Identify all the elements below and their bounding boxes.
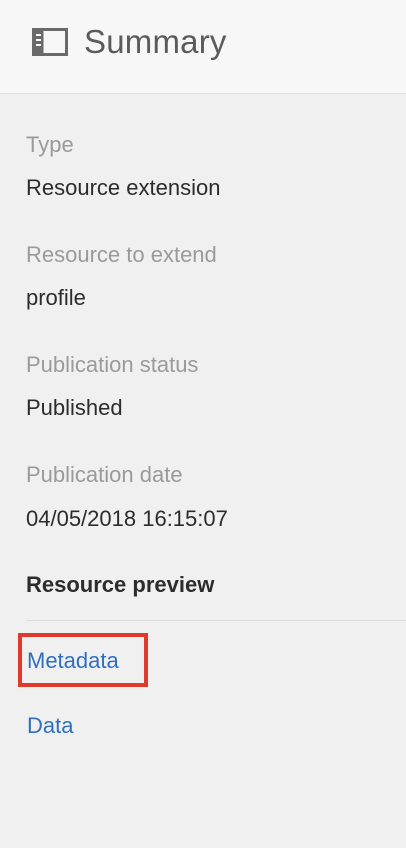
resource-to-extend-label: Resource to extend (26, 242, 217, 267)
type-label: Type (26, 132, 74, 157)
publication-status-value: Published (26, 395, 123, 420)
metadata-link[interactable]: Metadata (27, 646, 119, 676)
summary-panel: Summary Type Resource extension Resource… (0, 0, 406, 848)
panel-layout-icon (32, 28, 68, 56)
data-link[interactable]: Data (27, 711, 73, 741)
resource-to-extend-value: profile (26, 285, 86, 310)
publication-date-value: 04/05/2018 16:15:07 (26, 506, 228, 531)
type-value: Resource extension (26, 175, 221, 200)
section-divider (26, 620, 406, 621)
publication-status-label: Publication status (26, 352, 199, 377)
publication-date-label: Publication date (26, 462, 183, 487)
resource-preview-heading: Resource preview (26, 572, 215, 597)
page-title: Summary (84, 23, 227, 60)
summary-header: Summary (0, 0, 406, 94)
